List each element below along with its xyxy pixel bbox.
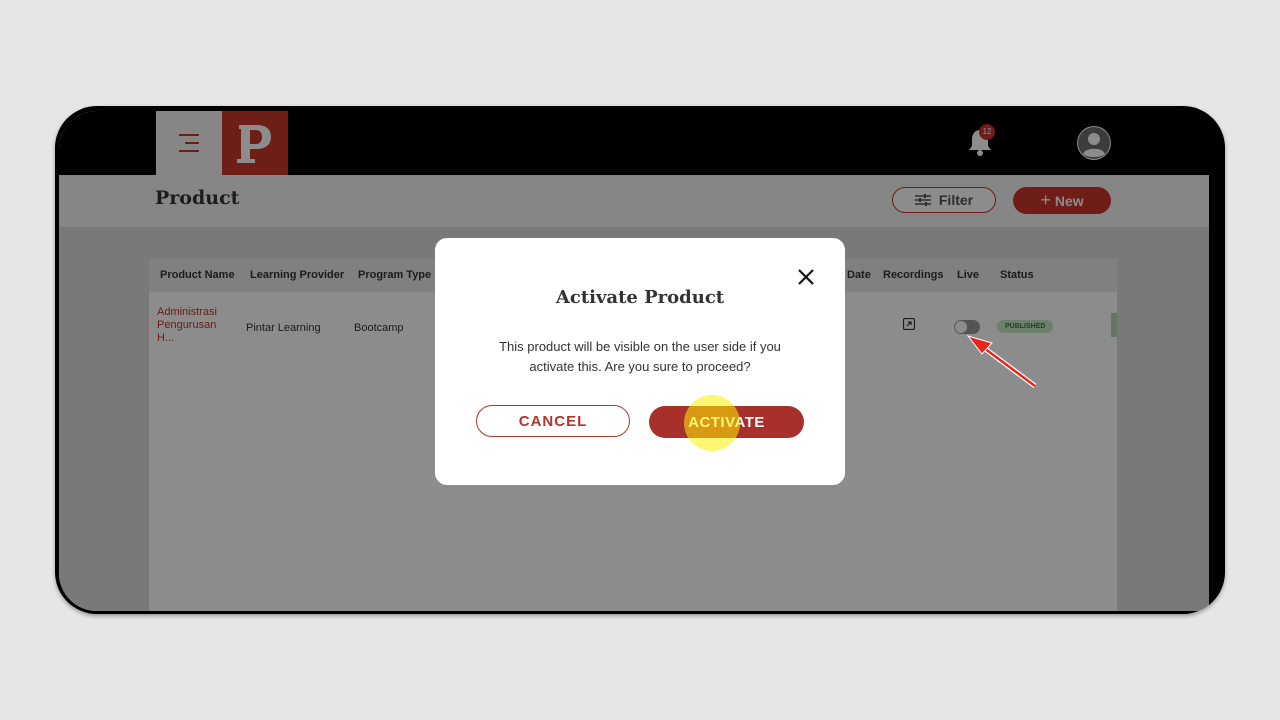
dialog-message: This product will be visible on the user… — [499, 339, 781, 374]
close-icon[interactable] — [797, 268, 815, 286]
click-indicator — [684, 395, 740, 451]
cancel-button[interactable]: CANCEL — [476, 405, 630, 437]
activate-product-dialog: Activate Product This product will be vi… — [435, 238, 845, 485]
dialog-title: Activate Product — [555, 287, 725, 308]
